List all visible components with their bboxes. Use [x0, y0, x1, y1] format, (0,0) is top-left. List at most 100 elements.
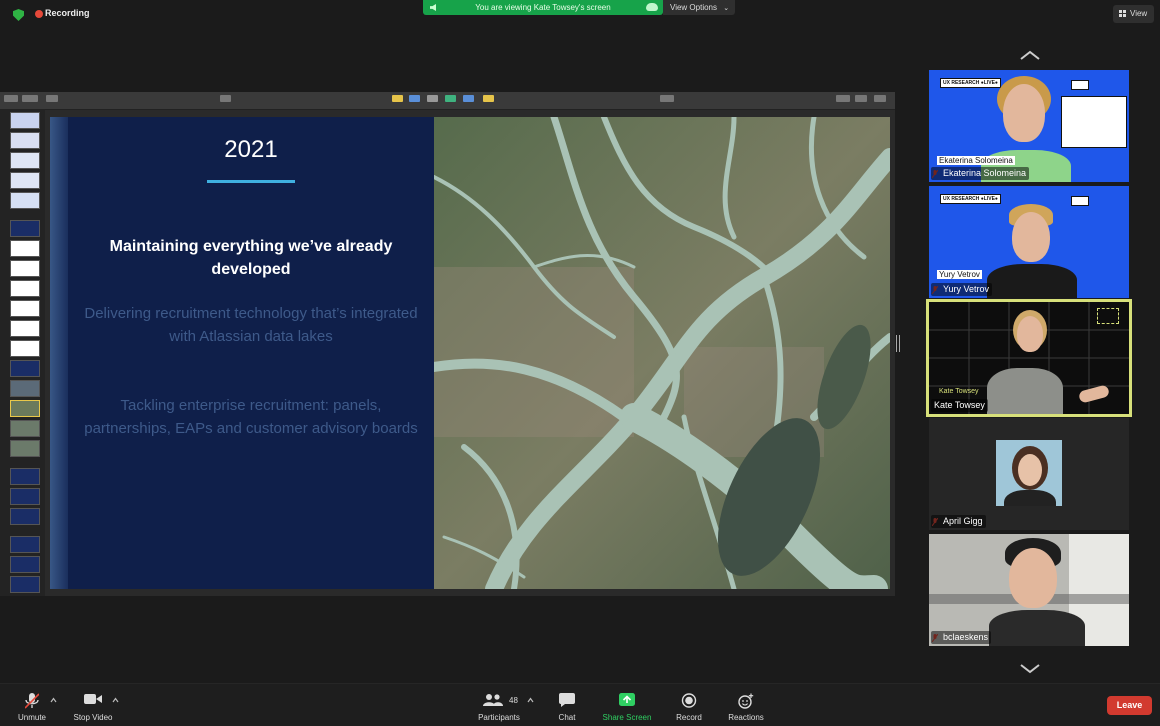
face — [1009, 548, 1057, 608]
slide-navigator — [0, 109, 45, 596]
keynote-play-icon[interactable] — [220, 95, 231, 102]
keynote-comment-icon[interactable] — [483, 95, 494, 102]
share-screen-button[interactable]: Share Screen — [597, 684, 657, 726]
participant-name: Kate Towsey — [931, 399, 988, 412]
unmute-button[interactable]: Unmute — [12, 684, 52, 726]
avatar — [996, 440, 1062, 506]
event-tag: UX RESEARCH ●LIVE● — [940, 78, 1001, 88]
cloud-icon[interactable] — [646, 3, 658, 11]
slide-thumbnail[interactable] — [10, 468, 40, 485]
participants-label: Participants — [478, 713, 520, 722]
slide-thumbnail[interactable] — [10, 112, 40, 129]
record-button[interactable]: Record — [668, 684, 710, 726]
participant-tile-bclaeskens[interactable]: bclaeskens — [929, 534, 1129, 646]
recording-label: Recording — [45, 8, 90, 18]
participants-count: 48 — [509, 696, 518, 705]
slide-thumbnail[interactable] — [10, 220, 40, 237]
grid-icon — [1119, 10, 1126, 17]
record-icon — [681, 693, 697, 708]
slide-thumbnail[interactable] — [10, 556, 40, 573]
slide-thumbnail[interactable] — [10, 380, 40, 397]
slide-text-panel — [50, 117, 434, 589]
participant-tile-kate[interactable]: Kate Towsey Kate Towsey — [926, 299, 1132, 417]
participants-options-chevron-icon[interactable] — [527, 697, 534, 703]
top-bar: Recording You are viewing Kate Towsey's … — [0, 0, 1160, 30]
slide-thumbnail[interactable] — [10, 132, 40, 149]
speaker-icon[interactable] — [430, 4, 436, 11]
keynote-chart-icon[interactable] — [409, 95, 420, 102]
participants-button[interactable]: 48 Participants — [470, 684, 528, 726]
slide-thumbnail[interactable] — [10, 508, 40, 525]
stop-video-button[interactable]: Stop Video — [66, 684, 120, 726]
slide-thumbnail[interactable] — [10, 420, 40, 437]
slide-thumbnail[interactable] — [10, 340, 40, 357]
slide-thumbnail[interactable] — [10, 192, 40, 209]
participant-tile-yury[interactable]: UX RESEARCH ●LIVE● Yury Vetrov Yury Vetr… — [929, 186, 1129, 298]
chat-label: Chat — [558, 713, 576, 722]
shared-screen: 2021 Maintaining everything we’ve alread… — [0, 92, 895, 596]
participant-name: Yury Vetrov — [931, 283, 993, 296]
reactions-label: Reactions — [728, 713, 764, 722]
slide-thumbnail-selected[interactable] — [10, 400, 40, 417]
video-options-chevron-icon[interactable] — [112, 697, 119, 703]
slide-thumbnail[interactable] — [10, 440, 40, 457]
slide-thumbnail[interactable] — [10, 576, 40, 593]
keynote-shape-icon[interactable] — [445, 95, 456, 102]
slide-thumbnail[interactable] — [10, 152, 40, 169]
view-options-button[interactable]: View Options ⌄ — [663, 0, 735, 15]
slide-edge-strip — [50, 117, 68, 589]
keynote-text-icon[interactable] — [427, 95, 438, 102]
leave-button[interactable]: Leave — [1107, 696, 1152, 715]
slide-paragraph-1: Delivering recruitment technology that’s… — [84, 305, 418, 345]
participant-name: bclaeskens — [931, 631, 992, 644]
keynote-zoom-icon[interactable] — [22, 95, 38, 102]
unmute-label: Unmute — [17, 713, 46, 722]
slide-thumbnail[interactable] — [10, 240, 40, 257]
keynote-media-icon[interactable] — [463, 95, 474, 102]
keynote-format-icon[interactable] — [836, 95, 850, 102]
shirt — [987, 368, 1063, 414]
participant-tile-april[interactable]: April Gigg — [929, 418, 1129, 530]
satellite-river-image — [434, 117, 890, 589]
slide-thumbnail[interactable] — [10, 260, 40, 277]
keynote-collaborate-icon[interactable] — [660, 95, 674, 102]
slide-accent-line — [207, 180, 295, 183]
split-view-handle[interactable] — [896, 335, 900, 352]
chevron-up-icon[interactable] — [1019, 50, 1041, 60]
logo-badge — [1071, 80, 1089, 90]
slide-thumbnail[interactable] — [10, 300, 40, 317]
chevron-down-icon: ⌄ — [723, 5, 730, 12]
chat-icon — [559, 693, 575, 707]
shield-icon[interactable] — [13, 9, 24, 21]
chat-button[interactable]: Chat — [547, 684, 587, 726]
slide-thumbnail[interactable] — [10, 172, 40, 189]
record-label: Record — [676, 713, 702, 722]
audio-options-chevron-icon[interactable] — [50, 697, 57, 703]
view-options-label: View Options — [670, 3, 717, 12]
slide-thumbnail[interactable] — [10, 536, 40, 553]
keynote-document-icon[interactable] — [874, 95, 886, 102]
keynote-animate-icon[interactable] — [855, 95, 867, 102]
name-card: Yury Vetrov — [937, 270, 982, 279]
participants-icon — [483, 694, 504, 706]
slide-thumbnail[interactable] — [10, 280, 40, 297]
view-button[interactable]: View — [1113, 5, 1154, 23]
view-label: View — [1130, 9, 1148, 18]
slide-thumbnail[interactable] — [10, 320, 40, 337]
slide-paragraph-2: Tackling enterprise recruitment: panels,… — [84, 397, 418, 437]
participant-tile-ekaterina[interactable]: UX RESEARCH ●LIVE● Ekaterina Solomeina E… — [929, 70, 1129, 182]
viewing-banner: You are viewing Kate Towsey's screen — [423, 0, 663, 15]
chevron-down-icon[interactable] — [1019, 664, 1041, 674]
slide-thumbnail[interactable] — [10, 360, 40, 377]
river-delta-illustration — [434, 117, 890, 589]
meeting-toolbar: Unmute Stop Video 48 Participants Chat S… — [0, 683, 1160, 726]
keynote-view-icon[interactable] — [4, 95, 18, 102]
keynote-add-slide-icon[interactable] — [46, 95, 58, 102]
keynote-table-icon[interactable] — [392, 95, 403, 102]
name-card: Kate Towsey — [939, 388, 979, 395]
participant-name: April Gigg — [931, 515, 986, 528]
viewing-banner-text: You are viewing Kate Towsey's screen — [475, 3, 611, 12]
reactions-button[interactable]: Reactions — [722, 684, 770, 726]
slide-thumbnail[interactable] — [10, 488, 40, 505]
logo-badge — [1071, 196, 1089, 206]
